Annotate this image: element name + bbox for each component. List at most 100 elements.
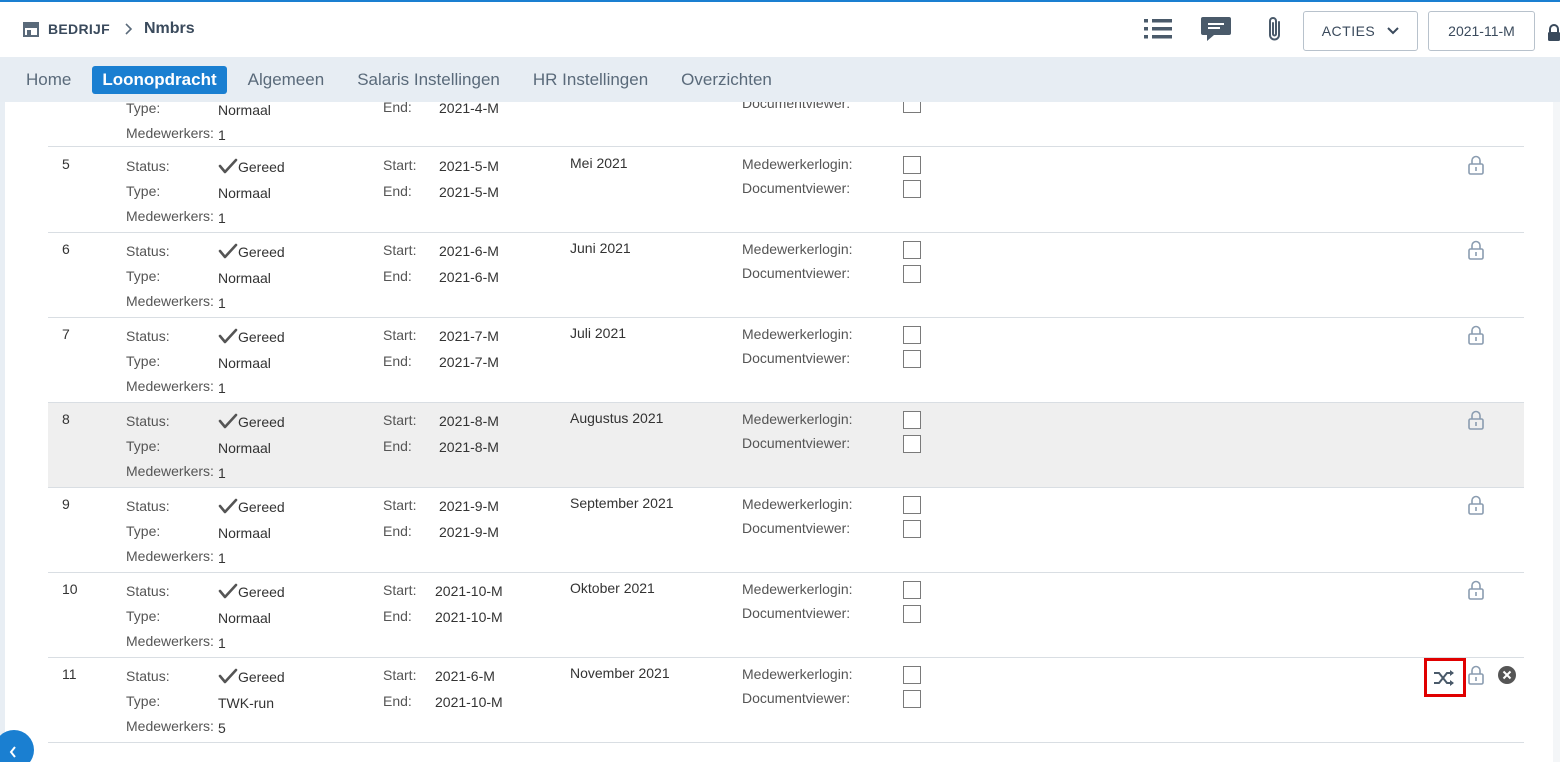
paperclip-icon[interactable]	[1265, 15, 1285, 43]
right-scrollbar-track[interactable]	[1553, 102, 1560, 762]
period-name: Juli 2021	[570, 325, 627, 341]
chevron-right-icon	[125, 23, 133, 35]
unlock-icon[interactable]	[1468, 665, 1484, 685]
start-label: Start:	[383, 582, 417, 598]
status-value: Gereed	[218, 158, 285, 175]
tab-salaris-instellingen[interactable]: Salaris Instellingen	[345, 66, 512, 94]
status-text: Gereed	[238, 329, 285, 345]
table-row[interactable]: 7 Status: Gereed Type: Normaal Medewerkers: 1 S…	[48, 318, 1524, 403]
type-value: Normaal	[218, 440, 271, 456]
tab-hr-instellingen[interactable]: HR Instellingen	[521, 66, 660, 94]
check-icon	[218, 243, 238, 259]
documentviewer-checkbox[interactable]	[903, 605, 921, 623]
documentviewer-label: Documentviewer:	[742, 435, 851, 451]
medewerkers-label: Medewerkers:	[126, 293, 214, 309]
medewerkerlogin-checkbox[interactable]	[903, 326, 921, 344]
list-icon[interactable]	[1143, 17, 1173, 41]
table-row[interactable]: 9 Status: Gereed Type: Normaal Medewerkers: 1 S…	[48, 488, 1524, 573]
status-label: Status:	[126, 583, 170, 599]
type-value: Normaal	[218, 102, 271, 118]
medewerkers-value: 1	[218, 127, 226, 143]
table-row[interactable]: 8 Status: Gereed Type: Normaal Medewerkers: 1 S…	[48, 403, 1524, 488]
status-label: Status:	[126, 413, 170, 429]
comment-icon[interactable]	[1200, 15, 1232, 43]
medewerkerlogin-label: Medewerkerlogin:	[742, 411, 853, 427]
status-text: Gereed	[238, 584, 285, 600]
type-value: Normaal	[218, 185, 271, 201]
period-label: 2021-11-M	[1448, 23, 1515, 39]
medewerkerlogin-checkbox[interactable]	[903, 411, 921, 429]
unlock-icon[interactable]	[1468, 325, 1484, 345]
medewerkerlogin-checkbox[interactable]	[903, 581, 921, 599]
unlock-icon[interactable]	[1468, 410, 1484, 430]
unlock-icon[interactable]	[1468, 240, 1484, 260]
type-label: Type:	[126, 523, 161, 539]
type-value: TWK-run	[218, 695, 274, 711]
documentviewer-checkbox[interactable]	[903, 102, 921, 113]
medewerkers-label: Medewerkers:	[126, 463, 214, 479]
medewerkerlogin-checkbox[interactable]	[903, 666, 921, 684]
medewerkerlogin-checkbox[interactable]	[903, 241, 921, 259]
unlock-icon[interactable]	[1468, 495, 1484, 515]
medewerkers-label: Medewerkers:	[126, 125, 214, 141]
header: BEDRIJF Nmbrs ACTIES 2021-11-M	[0, 2, 1560, 57]
start-label: Start:	[383, 667, 417, 683]
tab-home[interactable]: Home	[14, 66, 83, 94]
chevron-down-icon	[1387, 27, 1399, 35]
medewerkerlogin-checkbox[interactable]	[903, 156, 921, 174]
documentviewer-checkbox[interactable]	[903, 690, 921, 708]
table-row[interactable]: 10 Status: Gereed Type: Normaal Medewerkers: 1…	[48, 573, 1524, 658]
type-label: Type:	[126, 353, 161, 369]
documentviewer-checkbox[interactable]	[903, 520, 921, 538]
medewerkerlogin-label: Medewerkerlogin:	[742, 156, 853, 172]
type-label: Type:	[126, 438, 161, 454]
table-row[interactable]: 6 Status: Gereed Type: Normaal Medewerkers: 1 S…	[48, 233, 1524, 318]
documentviewer-label: Documentviewer:	[742, 690, 851, 706]
end-label: End:	[383, 102, 412, 115]
status-value: Gereed	[218, 243, 285, 260]
unlock-icon[interactable]	[1468, 580, 1484, 600]
documentviewer-checkbox[interactable]	[903, 265, 921, 283]
store-icon	[23, 22, 39, 37]
table-row[interactable]: 11 Status: Gereed Type: TWK-run Medewerkers: 5…	[48, 658, 1524, 743]
status-text: Gereed	[238, 414, 285, 430]
start-label: Start:	[383, 497, 417, 513]
end-label: End:	[383, 353, 412, 369]
end-value: 2021-7-M	[439, 354, 499, 370]
lock-icon[interactable]	[1547, 24, 1560, 42]
sidebar-collapse-button[interactable]	[0, 730, 34, 762]
documentviewer-checkbox[interactable]	[903, 435, 921, 453]
breadcrumb-name[interactable]: Nmbrs	[144, 20, 195, 38]
medewerkerlogin-checkbox[interactable]	[903, 496, 921, 514]
run-number: 8	[62, 411, 70, 427]
delete-icon[interactable]	[1497, 665, 1517, 685]
tab-algemeen[interactable]: Algemeen	[236, 66, 337, 94]
run-number: 10	[62, 581, 78, 597]
start-value: 2021-10-M	[435, 583, 503, 599]
unlock-icon[interactable]	[1468, 155, 1484, 175]
chevron-left-icon	[9, 746, 16, 758]
documentviewer-checkbox[interactable]	[903, 180, 921, 198]
start-value: 2021-5-M	[439, 158, 499, 174]
run-number: 11	[62, 666, 77, 682]
documentviewer-checkbox[interactable]	[903, 350, 921, 368]
documentviewer-label: Documentviewer:	[742, 350, 851, 366]
status-label: Status:	[126, 328, 170, 344]
type-label: Type:	[126, 102, 161, 116]
period-name: Juni 2021	[570, 240, 631, 256]
medewerkerlogin-label: Medewerkerlogin:	[742, 241, 853, 257]
start-value: 2021-6-M	[435, 668, 495, 684]
end-label: End:	[383, 438, 412, 454]
end-value: 2021-8-M	[439, 439, 499, 455]
period-selector-button[interactable]: 2021-11-M	[1428, 11, 1535, 51]
end-value: 2021-6-M	[439, 269, 499, 285]
tab-overzichten[interactable]: Overzichten	[669, 66, 784, 94]
breadcrumb-company[interactable]: BEDRIJF	[48, 21, 110, 37]
acties-dropdown-button[interactable]: ACTIES	[1303, 11, 1418, 51]
tab-loonopdracht[interactable]: Loonopdracht	[92, 65, 227, 94]
start-value: 2021-8-M	[439, 413, 499, 429]
highlighted-shuffle-button[interactable]	[1424, 658, 1466, 697]
documentviewer-label: Documentviewer:	[742, 605, 851, 621]
table-row[interactable]: 5 Status: Gereed Type: Normaal Medewerkers: 1 S…	[48, 148, 1524, 233]
status-text: Gereed	[238, 244, 285, 260]
